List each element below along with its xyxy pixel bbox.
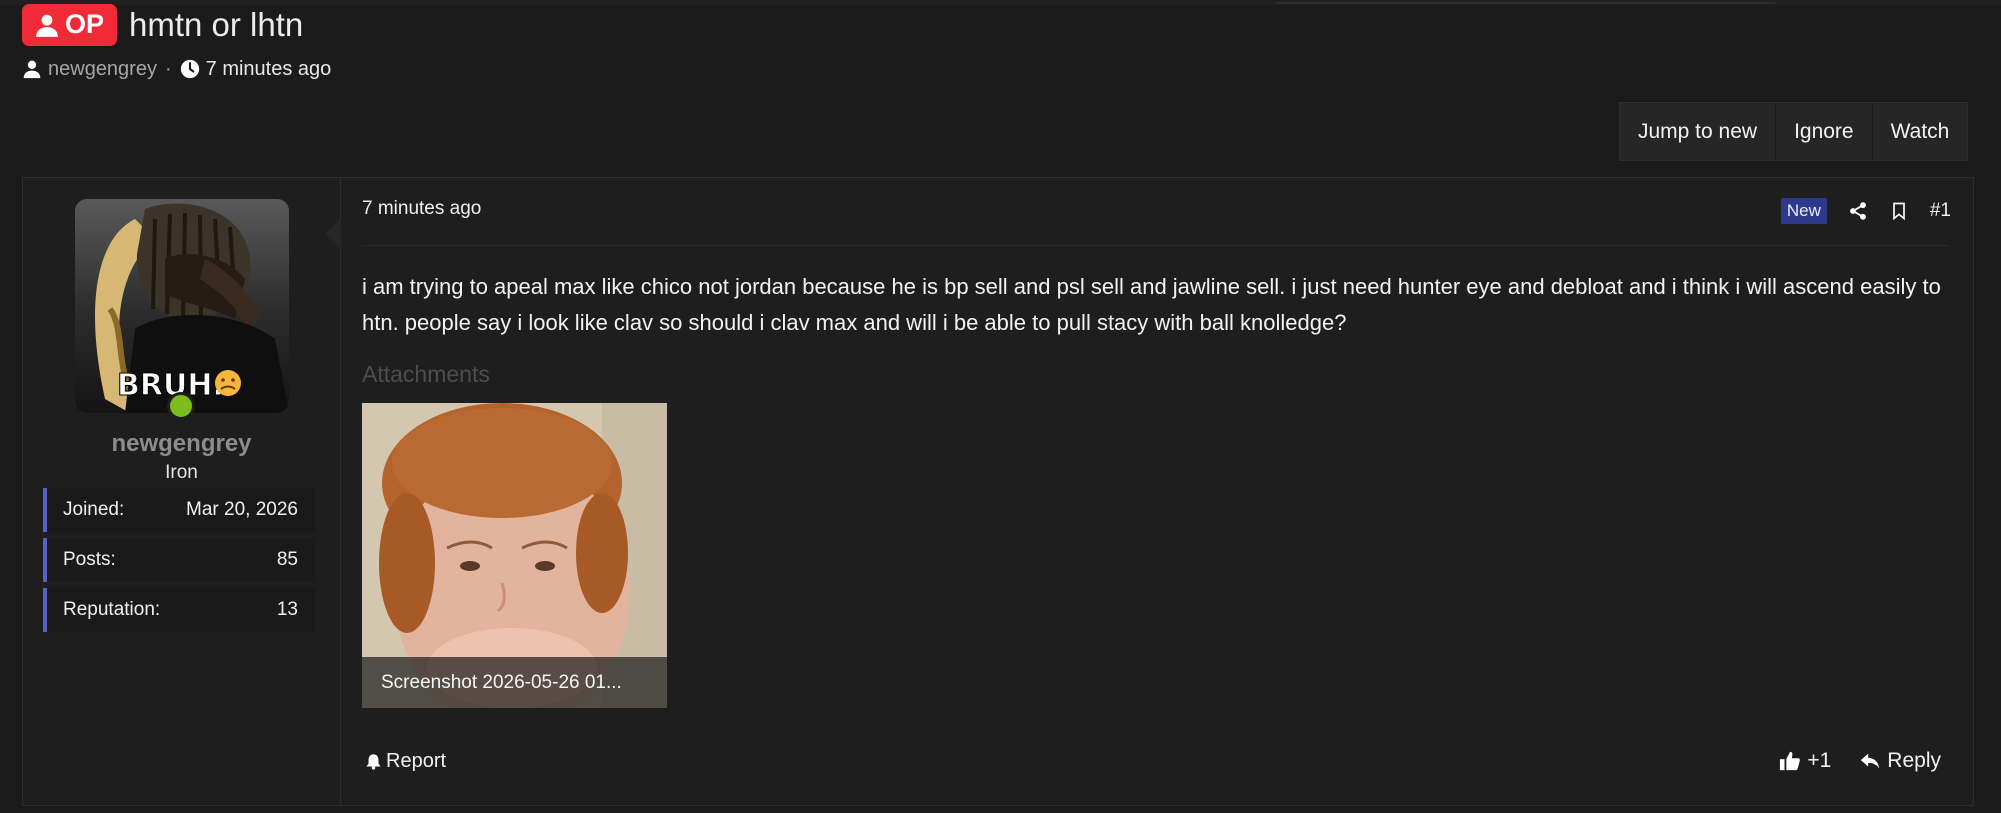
avatar-image: BRUH. <box>75 199 289 413</box>
like-button[interactable]: +1 <box>1779 749 1831 773</box>
watch-button[interactable]: Watch <box>1871 103 1968 160</box>
post-tools: New #1 <box>1780 197 1951 225</box>
post-body: i am trying to apeal max like chico not … <box>362 274 1941 335</box>
user-stat-posts: Posts: 85 <box>43 538 315 582</box>
thread-title: hmtn or lhtn <box>129 5 304 43</box>
thread-time[interactable]: 7 minutes ago <box>206 58 332 81</box>
jump-to-new-button[interactable]: Jump to new <box>1620 103 1775 160</box>
attachments-heading: Attachments <box>362 361 490 387</box>
thread-meta: newgengrey · 7 minutes ago <box>22 56 331 82</box>
attachment-thumbnail[interactable]: Screenshot 2026-05-26 01... <box>362 403 667 708</box>
thread-title-row: OP hmtn or lhtn <box>22 2 303 47</box>
share-icon[interactable] <box>1848 201 1868 221</box>
stat-label: Posts: <box>63 549 116 570</box>
thread-author-link[interactable]: newgengrey <box>48 58 157 81</box>
post-container: BRUH. newgengrey Iron Joined: Mar 20, 20… <box>22 177 1974 806</box>
post-time[interactable]: 7 minutes ago <box>362 198 481 220</box>
thumbs-up-icon <box>1780 751 1801 771</box>
user-stat-joined: Joined: Mar 20, 2026 <box>43 488 315 532</box>
ignore-button[interactable]: Ignore <box>1775 103 1872 160</box>
stat-value: 85 <box>276 549 298 570</box>
user-stat-reputation: Reputation: 13 <box>43 588 315 632</box>
report-label: Report <box>386 750 447 772</box>
reply-button[interactable]: Reply <box>1859 749 1941 773</box>
online-status-indicator <box>167 392 195 420</box>
meta-separator: · <box>164 57 172 80</box>
avatar[interactable]: BRUH. <box>75 199 289 413</box>
bell-icon <box>366 754 381 770</box>
stat-label: Joined: <box>63 499 125 520</box>
report-button[interactable]: Report <box>365 750 446 773</box>
stat-value: Mar 20, 2026 <box>186 499 298 520</box>
top-border-segment <box>1275 2 1775 4</box>
op-badge: OP <box>22 3 118 46</box>
post-header-divider <box>362 245 1949 246</box>
post-footer-actions: +1 Reply <box>1779 749 1941 773</box>
user-rank: Iron <box>165 462 198 483</box>
attachment-caption: Screenshot 2026-05-26 01... <box>362 657 667 708</box>
reply-icon <box>1861 753 1880 769</box>
clock-icon <box>180 59 199 79</box>
new-badge: New <box>1780 198 1827 224</box>
stat-value: 13 <box>276 599 298 620</box>
user-icon <box>36 14 58 37</box>
like-count: +1 <box>1807 749 1832 772</box>
reply-label: Reply <box>1887 749 1941 772</box>
message-arrow <box>325 218 341 250</box>
op-badge-label: OP <box>65 9 105 39</box>
user-icon <box>23 60 41 79</box>
post-number-link[interactable]: #1 <box>1930 200 1951 222</box>
user-panel: BRUH. newgengrey Iron Joined: Mar 20, 20… <box>23 178 341 805</box>
post-username[interactable]: newgengrey <box>23 430 340 458</box>
bookmark-icon[interactable] <box>1889 201 1909 221</box>
thread-action-bar: Jump to new Ignore Watch <box>1619 102 1969 161</box>
stat-label: Reputation: <box>63 599 161 620</box>
